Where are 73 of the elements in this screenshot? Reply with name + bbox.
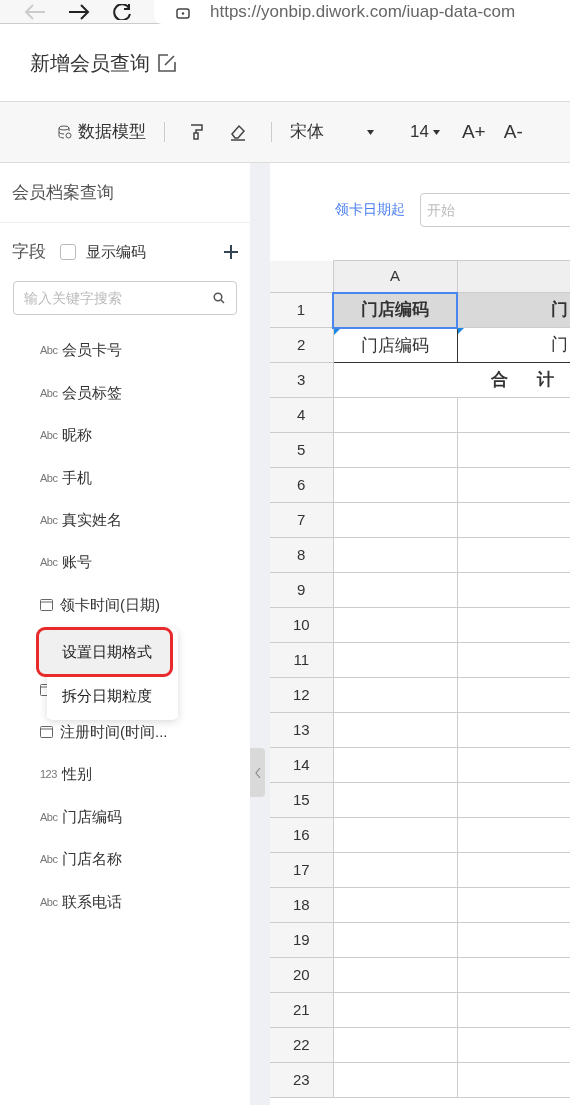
field-item[interactable]: 手机 bbox=[62, 466, 92, 490]
font-size-dropdown[interactable]: 14 bbox=[410, 119, 440, 145]
checkbox[interactable] bbox=[60, 243, 76, 260]
field-item[interactable]: 领卡时间(日期) bbox=[60, 593, 160, 617]
row-number: 20 bbox=[270, 957, 333, 993]
row-number: 7 bbox=[270, 502, 333, 538]
row-number: 18 bbox=[270, 887, 333, 923]
filter-label: 领卡日期起 bbox=[335, 200, 405, 219]
field-item[interactable]: 门店名称 bbox=[62, 848, 122, 871]
field-item[interactable]: 会员卡号 bbox=[62, 339, 122, 362]
search-icon bbox=[213, 291, 225, 304]
chevron-left-icon bbox=[254, 766, 261, 779]
field-item[interactable]: 真实姓名 bbox=[62, 509, 122, 532]
field-item[interactable]: 联系电话 bbox=[62, 890, 122, 913]
row-number: 8 bbox=[270, 537, 333, 573]
row-number: 23 bbox=[270, 1062, 333, 1098]
row-number: 6 bbox=[270, 467, 333, 503]
refresh-icon[interactable] bbox=[112, 3, 132, 20]
format-painter-icon[interactable] bbox=[189, 123, 205, 141]
field-item[interactable]: 账号 bbox=[62, 551, 92, 574]
forward-icon[interactable] bbox=[68, 3, 90, 20]
page-title: 新增会员查询 bbox=[30, 50, 150, 76]
cell-text: 门 bbox=[550, 335, 568, 355]
row-number: 9 bbox=[270, 572, 333, 608]
row-number: 15 bbox=[270, 782, 333, 818]
row-number: 1 bbox=[270, 292, 333, 328]
database-icon bbox=[58, 125, 72, 139]
edit-icon[interactable] bbox=[158, 53, 176, 72]
decrease-font-button[interactable]: A- bbox=[503, 117, 523, 147]
row-number: 11 bbox=[270, 642, 333, 678]
menu-item[interactable]: 拆分日期粒度 bbox=[47, 674, 178, 718]
field-item[interactable]: 昵称 bbox=[62, 424, 92, 447]
calendar-icon bbox=[40, 599, 53, 612]
data-model-button[interactable]: 数据模型 bbox=[78, 119, 146, 145]
row-number: 3 bbox=[270, 362, 333, 398]
corner-marker-icon bbox=[333, 328, 340, 335]
collapse-handle[interactable] bbox=[250, 748, 265, 797]
row-number: 21 bbox=[270, 992, 333, 1028]
cell-text: 门店编码 bbox=[361, 335, 429, 355]
row-number: 4 bbox=[270, 397, 333, 433]
row-number: 2 bbox=[270, 327, 333, 363]
number-type-label: 123 bbox=[40, 767, 55, 783]
row-number: 10 bbox=[270, 607, 333, 643]
row-number: 5 bbox=[270, 432, 333, 468]
row-number: 19 bbox=[270, 922, 333, 958]
row-number: 16 bbox=[270, 817, 333, 853]
column-header[interactable]: A bbox=[333, 260, 457, 293]
field-item[interactable]: 会员标签 bbox=[62, 381, 122, 405]
increase-font-button[interactable]: A+ bbox=[461, 117, 486, 147]
cell-text: 门店编码 bbox=[361, 300, 429, 320]
field-item[interactable]: 门店编码 bbox=[62, 805, 122, 829]
row-number: 14 bbox=[270, 747, 333, 783]
calendar-icon bbox=[40, 726, 53, 739]
checkbox-label[interactable]: 显示编码 bbox=[86, 240, 146, 263]
fields-label: 字段 bbox=[12, 241, 46, 263]
add-icon[interactable] bbox=[224, 244, 238, 259]
font-dropdown[interactable]: 宋体 bbox=[290, 119, 374, 145]
eraser-icon[interactable] bbox=[229, 123, 247, 141]
row-number: 13 bbox=[270, 712, 333, 748]
field-item[interactable]: 性别 bbox=[62, 763, 92, 786]
cell-text: 门 bbox=[550, 300, 568, 320]
row-number: 12 bbox=[270, 677, 333, 713]
address-bar[interactable]: https://yonbip.diwork.com/iuap-data-com bbox=[154, 0, 570, 24]
caret-icon bbox=[432, 129, 440, 135]
row-number: 22 bbox=[270, 1027, 333, 1063]
field-item[interactable]: 注册时间(时间... bbox=[60, 720, 168, 744]
panel-title: 会员档案查询 bbox=[12, 181, 114, 204]
corner-marker-icon bbox=[457, 328, 464, 334]
search-field[interactable]: 输入关键字搜索 bbox=[13, 280, 237, 315]
row-number: 17 bbox=[270, 852, 333, 888]
caret-icon bbox=[367, 129, 374, 135]
start-date-field[interactable]: 开始 bbox=[420, 192, 570, 227]
menu-item[interactable]: 设置日期格式 bbox=[39, 630, 170, 674]
